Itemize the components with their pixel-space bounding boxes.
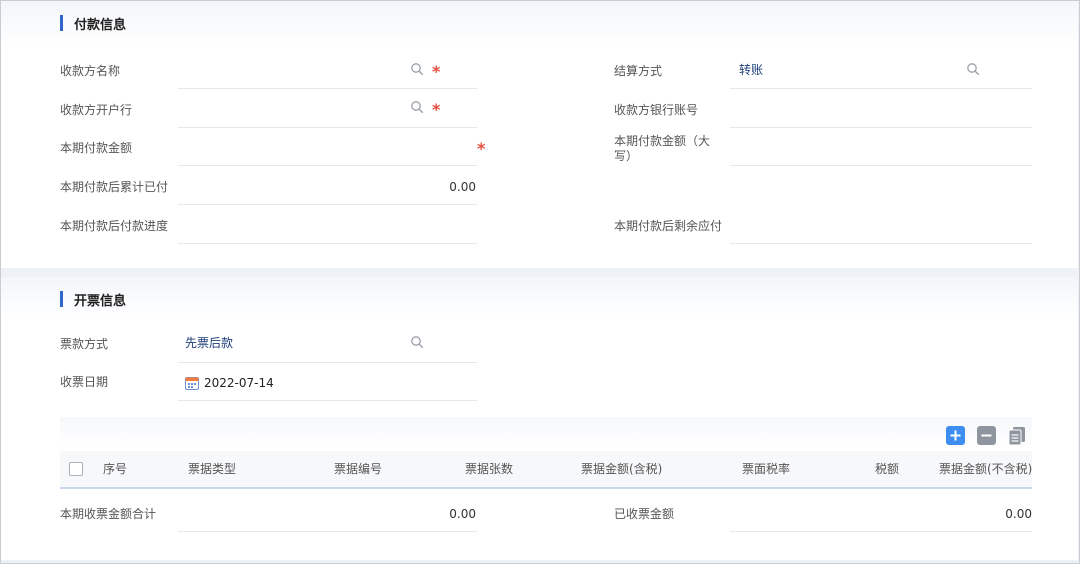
- amount-caps-label-line2: 写）: [614, 149, 639, 163]
- payment-section-header: [1, 1, 1078, 45]
- required-mark: *: [432, 62, 441, 81]
- column-header-invoice-count: 票据张数: [465, 462, 514, 476]
- invoice-total-value: 0.00: [449, 507, 476, 521]
- payment-section-title: 付款信息: [74, 18, 127, 33]
- column-header-amount-incl-tax: 票据金额(含税): [581, 462, 663, 476]
- required-mark: *: [477, 139, 486, 158]
- select-all-checkbox[interactable]: [69, 462, 83, 476]
- field-underline: [730, 127, 1032, 128]
- payment-progress-label: 本期付款后付款进度: [60, 219, 169, 233]
- column-header-invoice-type: 票据类型: [188, 462, 237, 476]
- field-underline: [730, 531, 1032, 532]
- payment-amount-field[interactable]: [178, 140, 468, 156]
- field-underline: [730, 88, 1032, 89]
- payee-bank-field[interactable]: [178, 102, 408, 118]
- field-underline: [178, 531, 477, 532]
- column-header-tax-rate: 票面税率: [742, 462, 791, 476]
- invoice-section-title: 开票信息: [74, 294, 127, 309]
- amount-caps-label-line1: 本期付款金额（大: [614, 134, 711, 148]
- search-icon[interactable]: [966, 62, 980, 76]
- field-underline: [178, 243, 477, 244]
- add-row-icon[interactable]: [946, 426, 965, 445]
- invoice-method-value[interactable]: 先票后款: [185, 335, 233, 351]
- payee-account-field[interactable]: [739, 102, 1019, 118]
- invoice-section: 开票信息 票款方式 先票后款 收票日期 2022-07-14 序号 票据类型 票…: [1, 277, 1078, 560]
- receipt-date-value[interactable]: 2022-07-14: [204, 375, 274, 391]
- cumulative-paid-label: 本期付款后累计已付: [60, 180, 169, 194]
- required-mark: *: [432, 100, 441, 119]
- table-header-divider: [60, 487, 1032, 489]
- invoice-method-label: 票款方式: [60, 337, 109, 351]
- settlement-method-label: 结算方式: [614, 64, 663, 78]
- search-icon[interactable]: [410, 100, 424, 114]
- field-underline: [730, 165, 1032, 166]
- remaining-payable-value: [739, 218, 1019, 234]
- search-icon[interactable]: [410, 62, 424, 76]
- received-invoice-label: 已收票金额: [614, 507, 675, 521]
- remaining-payable-label: 本期付款后剩余应付: [614, 219, 723, 233]
- field-underline: [178, 204, 477, 205]
- search-icon[interactable]: [410, 335, 424, 349]
- received-invoice-value: 0.00: [1005, 507, 1032, 521]
- field-underline: [730, 243, 1032, 244]
- payee-name-label: 收款方名称: [60, 64, 121, 78]
- column-header-index: 序号: [103, 462, 128, 476]
- column-header-tax-amount: 税额: [875, 462, 900, 476]
- column-header-amount-excl-tax: 票据金额(不含税): [939, 462, 1033, 476]
- receipt-date-label: 收票日期: [60, 375, 109, 389]
- payment-amount-label: 本期付款金额: [60, 141, 133, 155]
- calendar-icon[interactable]: [184, 375, 200, 391]
- payee-bank-label: 收款方开户行: [60, 103, 133, 117]
- field-underline: [178, 165, 477, 166]
- payment-progress-value: [178, 218, 468, 234]
- field-underline: [178, 362, 477, 363]
- section-accent-bar: [60, 291, 63, 307]
- invoice-total-label: 本期收票金额合计: [60, 507, 157, 521]
- remove-row-icon[interactable]: [977, 426, 996, 445]
- field-underline: [178, 127, 477, 128]
- field-underline: [178, 400, 477, 401]
- payment-section: 付款信息 收款方名称 * 结算方式 转账 收款方开户行 * 收款方银行账号 本期…: [1, 1, 1078, 268]
- cumulative-paid-value: 0.00: [449, 180, 476, 194]
- invoice-section-header: [1, 277, 1078, 321]
- payee-account-label: 收款方银行账号: [614, 103, 699, 117]
- column-header-invoice-number: 票据编号: [334, 462, 383, 476]
- table-toolbar: [60, 417, 1032, 447]
- payee-name-field[interactable]: [178, 63, 408, 79]
- section-accent-bar: [60, 15, 63, 31]
- copy-row-icon[interactable]: [1007, 425, 1027, 446]
- field-underline: [178, 88, 477, 89]
- settlement-method-value[interactable]: 转账: [739, 62, 763, 78]
- amount-caps-field: [739, 140, 1019, 156]
